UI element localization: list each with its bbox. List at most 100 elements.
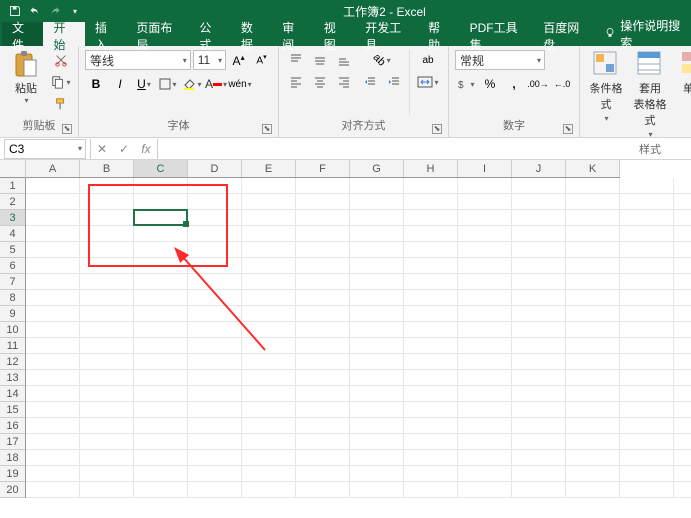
cell[interactable] (242, 274, 296, 290)
row-header-17[interactable]: 17 (0, 434, 25, 450)
cell[interactable] (458, 482, 512, 498)
cell[interactable] (242, 258, 296, 274)
cell[interactable] (80, 290, 134, 306)
col-header-H[interactable]: H (404, 160, 458, 177)
cell[interactable] (26, 242, 80, 258)
cell[interactable] (242, 450, 296, 466)
cell[interactable] (404, 450, 458, 466)
cell[interactable] (242, 338, 296, 354)
row-header-20[interactable]: 20 (0, 482, 25, 498)
col-header-B[interactable]: B (80, 160, 134, 177)
cell[interactable] (512, 370, 566, 386)
cell[interactable] (188, 402, 242, 418)
cell[interactable] (404, 194, 458, 210)
cell[interactable] (620, 290, 674, 306)
cell[interactable] (566, 418, 620, 434)
cell[interactable] (350, 418, 404, 434)
format-painter-button[interactable] (50, 94, 72, 114)
col-header-C[interactable]: C (134, 160, 188, 177)
cell[interactable] (566, 178, 620, 194)
cell[interactable] (404, 466, 458, 482)
cell[interactable] (80, 258, 134, 274)
cell[interactable] (350, 226, 404, 242)
conditional-format-button[interactable]: 条件格式 ▾ (586, 50, 626, 139)
row-header-9[interactable]: 9 (0, 306, 25, 322)
cell[interactable] (26, 402, 80, 418)
spreadsheet-grid[interactable]: ABCDEFGHIJK 1234567891011121314151617181… (0, 160, 691, 518)
decrease-font-button[interactable]: A▾ (251, 50, 272, 70)
cell[interactable] (404, 242, 458, 258)
align-top-button[interactable] (285, 50, 307, 70)
cell[interactable] (26, 338, 80, 354)
cell[interactable] (512, 274, 566, 290)
comma-button[interactable]: , (503, 74, 525, 94)
align-center-button[interactable] (309, 72, 331, 92)
cell[interactable] (674, 322, 691, 338)
tab-review[interactable]: 审阅 (272, 22, 313, 46)
cell[interactable] (458, 338, 512, 354)
cell-styles-button[interactable]: 单元 (674, 50, 691, 139)
cell[interactable] (674, 370, 691, 386)
increase-indent-button[interactable] (383, 72, 405, 92)
tab-baidu[interactable]: 百度网盘 (533, 22, 596, 46)
cell[interactable] (134, 338, 188, 354)
row-header-18[interactable]: 18 (0, 450, 25, 466)
cell[interactable] (350, 386, 404, 402)
cell[interactable] (620, 370, 674, 386)
cell[interactable] (296, 258, 350, 274)
cell[interactable] (26, 194, 80, 210)
font-name-combo[interactable]: 等线▾ (85, 50, 191, 70)
cell[interactable] (458, 258, 512, 274)
cell[interactable] (134, 402, 188, 418)
cell[interactable] (350, 274, 404, 290)
row-header-7[interactable]: 7 (0, 274, 25, 290)
cell[interactable] (566, 434, 620, 450)
cell[interactable] (296, 402, 350, 418)
cell[interactable] (26, 386, 80, 402)
cell[interactable] (566, 290, 620, 306)
increase-font-button[interactable]: A▴ (228, 50, 249, 70)
cell[interactable] (566, 370, 620, 386)
cell[interactable] (620, 210, 674, 226)
cell[interactable] (134, 418, 188, 434)
cut-button[interactable] (50, 50, 72, 70)
cell[interactable] (296, 306, 350, 322)
col-header-E[interactable]: E (242, 160, 296, 177)
cell[interactable] (458, 466, 512, 482)
cell[interactable] (26, 482, 80, 498)
cell[interactable] (188, 274, 242, 290)
cell[interactable] (404, 290, 458, 306)
col-header-J[interactable]: J (512, 160, 566, 177)
cell[interactable] (674, 386, 691, 402)
font-dialog-launcher[interactable]: ⬊ (262, 124, 272, 134)
cell[interactable] (512, 434, 566, 450)
cell[interactable] (512, 402, 566, 418)
cell[interactable] (512, 290, 566, 306)
underline-button[interactable]: U▾ (133, 74, 155, 94)
cell[interactable] (188, 242, 242, 258)
cell[interactable] (80, 210, 134, 226)
cell[interactable] (242, 322, 296, 338)
merge-center-button[interactable]: ▾ (414, 72, 442, 92)
cell[interactable] (296, 290, 350, 306)
tab-file[interactable]: 文件 (2, 22, 43, 46)
cell[interactable] (296, 242, 350, 258)
align-bottom-button[interactable] (333, 50, 355, 70)
row-header-1[interactable]: 1 (0, 178, 25, 194)
cell[interactable] (242, 178, 296, 194)
cell[interactable] (350, 354, 404, 370)
cell[interactable] (188, 354, 242, 370)
cell[interactable] (674, 338, 691, 354)
cell[interactable] (80, 194, 134, 210)
cancel-formula-button[interactable]: ✕ (91, 139, 113, 159)
cell[interactable] (674, 226, 691, 242)
cell[interactable] (458, 402, 512, 418)
cell[interactable] (404, 258, 458, 274)
cell[interactable] (296, 370, 350, 386)
cell[interactable] (620, 418, 674, 434)
cell[interactable] (296, 418, 350, 434)
cell[interactable] (458, 386, 512, 402)
row-header-13[interactable]: 13 (0, 370, 25, 386)
cell[interactable] (404, 354, 458, 370)
row-header-3[interactable]: 3 (0, 210, 25, 226)
